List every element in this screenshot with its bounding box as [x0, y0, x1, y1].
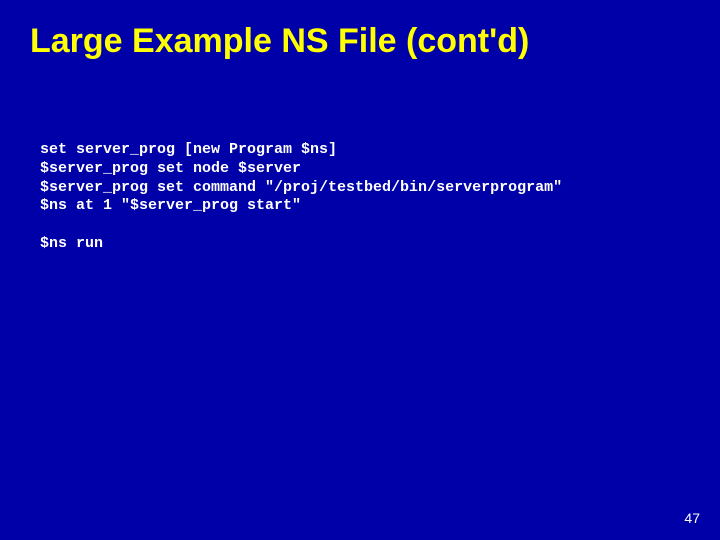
code-block: set server_prog [new Program $ns] $serve…: [0, 61, 720, 254]
code-line: $server_prog set command "/proj/testbed/…: [40, 179, 562, 196]
slide-title: Large Example NS File (cont'd): [0, 0, 720, 61]
code-line: $ns run: [40, 235, 103, 252]
code-line: set server_prog [new Program $ns]: [40, 141, 337, 158]
code-line: $server_prog set node $server: [40, 160, 301, 177]
page-number: 47: [684, 510, 700, 526]
code-line: $ns at 1 "$server_prog start": [40, 197, 301, 214]
